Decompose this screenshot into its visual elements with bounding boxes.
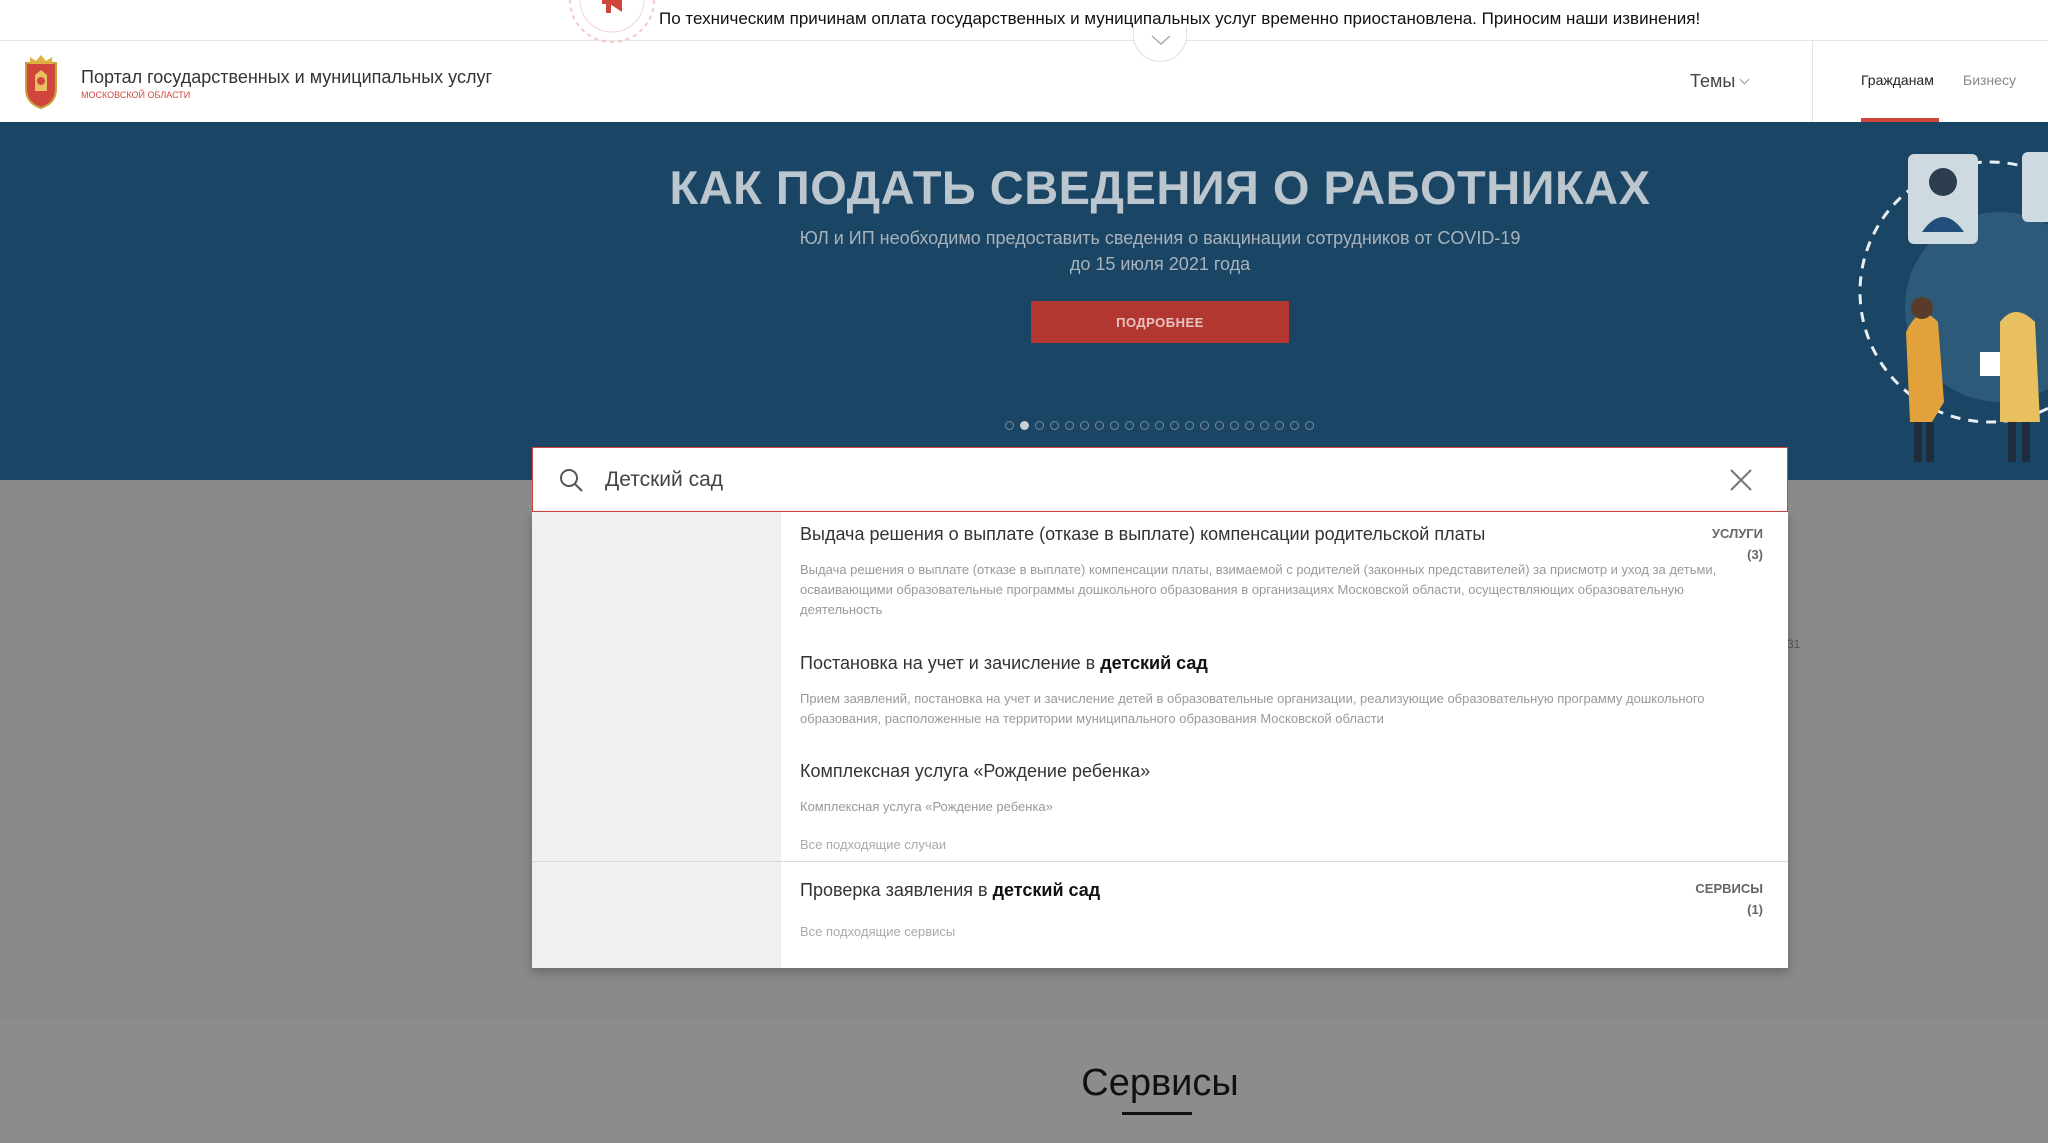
header-divider: [1812, 41, 1813, 122]
category-label-services: УСЛУГИ (3): [1712, 523, 1763, 565]
category-column-services: [532, 512, 781, 861]
carousel-dot[interactable]: [1065, 421, 1074, 430]
tab-business[interactable]: Бизнесу: [1963, 72, 2016, 88]
megaphone-icon: [569, 0, 655, 43]
search-results: УСЛУГИ (3) Выдача решения о выплате (отк…: [532, 512, 1788, 968]
section-title-underline: [1122, 1112, 1192, 1115]
promo-banner: КАК ПОДАТЬ СВЕДЕНИЯ О РАБОТНИКАХ ЮЛ и ИП…: [0, 122, 2048, 480]
carousel-dot[interactable]: [1185, 421, 1194, 430]
result-description: Прием заявлений, постановка на учет и за…: [800, 691, 1705, 726]
carousel-dot[interactable]: [1005, 421, 1014, 430]
carousel-dot[interactable]: [1050, 421, 1059, 430]
result-title[interactable]: Постановка на учет и зачисление в детски…: [800, 653, 1208, 674]
coat-of-arms-logo[interactable]: [18, 53, 64, 109]
banner-subtitle-line: до 15 июля 2021 года: [1069, 254, 1251, 274]
themes-dropdown[interactable]: Темы: [1690, 71, 1750, 92]
category-count: (1): [1747, 902, 1763, 917]
tab-citizens[interactable]: Гражданам: [1861, 72, 1934, 88]
portal-subtitle: МОСКОВСКОЙ ОБЛАСТИ: [81, 90, 191, 100]
search-input[interactable]: [605, 460, 1695, 500]
carousel-dot[interactable]: [1095, 421, 1104, 430]
themes-label: Темы: [1690, 71, 1736, 91]
carousel-dot[interactable]: [1155, 421, 1164, 430]
more-details-button[interactable]: ПОДРОБНЕЕ: [1031, 301, 1289, 343]
carousel-dot[interactable]: [1200, 421, 1209, 430]
carousel-dot[interactable]: [1080, 421, 1089, 430]
carousel-dot[interactable]: [1260, 421, 1269, 430]
side-fragment: 31: [1787, 637, 1801, 651]
carousel-dot[interactable]: [1215, 421, 1224, 430]
carousel-dot[interactable]: [1020, 421, 1029, 430]
result-title[interactable]: Комплексная услуга «Рождение ребенка»: [800, 761, 1150, 782]
result-title-match: детский сад: [992, 880, 1101, 900]
result-description: Комплексная услуга «Рождение ребенка»: [800, 799, 1053, 814]
carousel-dot[interactable]: [1125, 421, 1134, 430]
chevron-down-icon: [1151, 35, 1171, 46]
result-title-text: Проверка заявления в: [800, 880, 993, 900]
carousel-dot[interactable]: [1275, 421, 1284, 430]
all-matching-services-link[interactable]: Все подходящие сервисы: [800, 924, 955, 939]
result-description: Выдача решения о выплате (отказе в выпла…: [800, 562, 1717, 617]
carousel-dot[interactable]: [1305, 421, 1314, 430]
notice-bar: По техническим причинам оплата государст…: [0, 0, 2048, 43]
result-title[interactable]: Выдача решения о выплате (отказе в выпла…: [800, 524, 1485, 545]
all-matching-cases-link[interactable]: Все подходящие случаи: [800, 837, 946, 852]
chevron-down-icon: [1739, 74, 1750, 85]
banner-subtitle-line: ЮЛ и ИП необходимо предоставить сведения…: [799, 228, 1521, 248]
portal-title[interactable]: Портал государственных и муниципальных у…: [81, 67, 492, 88]
carousel-dot[interactable]: [1230, 421, 1239, 430]
search-icon: [560, 469, 583, 492]
close-icon[interactable]: [1729, 468, 1753, 492]
active-tab-indicator: [1861, 118, 1939, 122]
result-title-text: Постановка на учет и зачисление в: [800, 653, 1101, 673]
category-name: СЕРВИСЫ: [1695, 881, 1763, 896]
carousel-dot[interactable]: [1170, 421, 1179, 430]
banner-subtitle: ЮЛ и ИП необходимо предоставить сведения…: [760, 225, 1560, 277]
site-header: Портал государственных и муниципальных у…: [0, 41, 2048, 122]
result-title-match: детский сад: [1100, 653, 1208, 673]
carousel-dot[interactable]: [1110, 421, 1119, 430]
carousel-dot[interactable]: [1245, 421, 1254, 430]
search-box: [532, 447, 1788, 512]
category-name: УСЛУГИ: [1711, 526, 1763, 541]
category-label-tools: СЕРВИСЫ (1): [1695, 878, 1763, 920]
carousel-dot[interactable]: [1140, 421, 1149, 430]
section-title-services: Сервисы: [1081, 1062, 1239, 1104]
carousel-dot[interactable]: [1290, 421, 1299, 430]
carousel-dots: [1005, 421, 1314, 430]
category-column-tools: [532, 862, 781, 968]
people-illustration: [1858, 152, 2048, 462]
banner-title: КАК ПОДАТЬ СВЕДЕНИЯ О РАБОТНИКАХ: [669, 161, 1651, 214]
carousel-dot[interactable]: [1035, 421, 1044, 430]
result-title[interactable]: Проверка заявления в детский сад: [800, 880, 1100, 901]
